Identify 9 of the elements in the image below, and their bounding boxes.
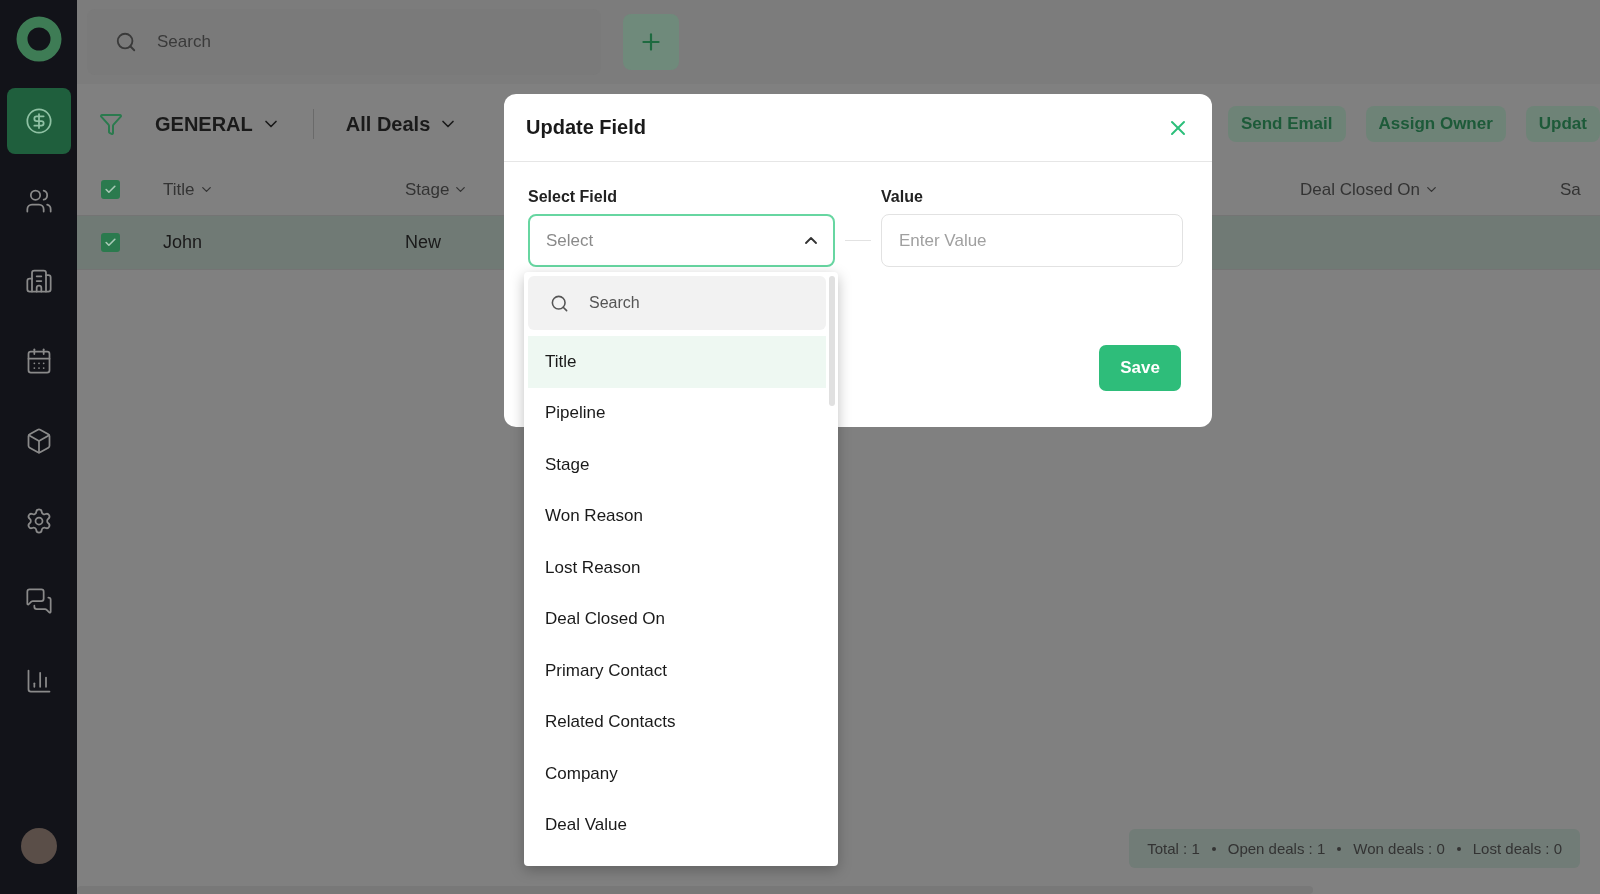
dialog-title: Update Field [526,116,646,139]
table-cell: John [163,232,203,253]
status-text: Open deals : 1 [1227,840,1326,857]
status-text: Lost deals : 0 [1472,840,1562,857]
status-text: Total : 1 [1147,840,1200,857]
status-text: Won deals : 0 [1353,840,1445,857]
field-label: Value [881,188,924,206]
table-cell: New [405,232,441,253]
field-label: Select Field [528,188,618,206]
